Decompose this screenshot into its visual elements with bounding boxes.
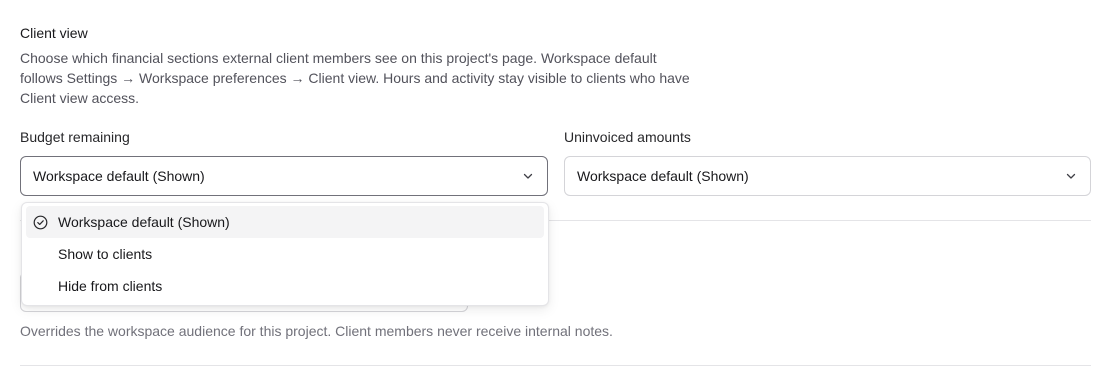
section-description: Choose which financial sections external… (20, 50, 690, 106)
uninvoiced-amounts-select[interactable]: Workspace default (Shown) (564, 156, 1091, 196)
uninvoiced-amounts-label: Uninvoiced amounts (564, 129, 691, 145)
chevron-down-icon (521, 169, 535, 183)
option-label: Show to clients (58, 246, 153, 262)
budget-remaining-value: Workspace default (Shown) (33, 168, 205, 184)
budget-remaining-dropdown-menu: Workspace default (Shown) Show to client… (21, 202, 549, 306)
option-label: Workspace default (Shown) (58, 214, 230, 230)
option-hide-from-clients[interactable]: Hide from clients (26, 270, 544, 302)
budget-remaining-select[interactable]: Workspace default (Shown) (20, 156, 548, 196)
check-circle-icon (33, 215, 48, 230)
chevron-down-icon (1064, 169, 1078, 183)
option-label: Hide from clients (58, 278, 163, 294)
option-show-to-clients[interactable]: Show to clients (26, 238, 544, 270)
audience-helper-text: Overrides the workspace audience for thi… (20, 323, 613, 339)
budget-remaining-label: Budget remaining (20, 129, 130, 145)
uninvoiced-amounts-value: Workspace default (Shown) (577, 168, 749, 184)
section-title: Client view (20, 25, 88, 41)
option-workspace-default[interactable]: Workspace default (Shown) (26, 206, 544, 238)
